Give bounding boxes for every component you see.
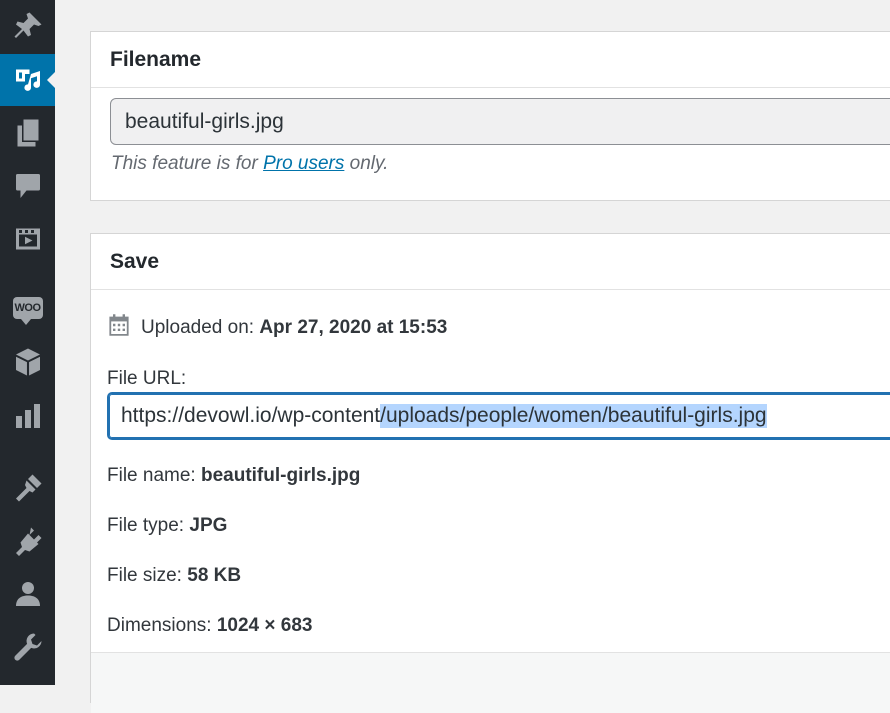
save-panel-footer (91, 653, 890, 713)
sidebar-item-woocommerce[interactable]: WOO (0, 282, 55, 334)
file-name-row: File name: beautiful-girls.jpg (107, 465, 360, 487)
pro-feature-note: This feature is for Pro users only. (111, 153, 388, 175)
sidebar-item-comments[interactable] (0, 160, 55, 212)
file-url-plain: https://devowl.io/wp-content (121, 404, 381, 427)
filename-input[interactable]: beautiful-girls.jpg (110, 98, 890, 145)
uploaded-on-label: Uploaded on: (141, 317, 255, 338)
pro-note-suffix: only. (344, 153, 389, 174)
save-panel-title: Save (91, 234, 890, 290)
dimensions-value: 1024 × 683 (216, 615, 313, 636)
appearance-icon (15, 474, 41, 502)
users-icon (15, 582, 40, 606)
file-type-row: File type: JPG (107, 515, 227, 537)
products-box-icon (15, 348, 40, 376)
sidebar-item-tools[interactable] (0, 621, 55, 673)
file-url-field[interactable]: https://devowl.io/wp-content/uploads/peo… (107, 392, 890, 440)
sidebar-item-posts[interactable] (0, 0, 55, 52)
dimensions-row: Dimensions: 1024 × 683 (107, 615, 312, 637)
sidebar-item-analytics[interactable] (0, 390, 55, 442)
uploaded-on-row: Uploaded on: Apr 27, 2020 at 15:53 (107, 313, 447, 339)
file-url-label: File URL: (107, 368, 187, 389)
pro-users-link[interactable]: Pro users (263, 153, 344, 174)
file-size-row: File size: 58 KB (107, 565, 241, 587)
sidebar-item-appearance[interactable] (0, 462, 55, 514)
media-icon (15, 69, 40, 91)
analytics-icon (15, 404, 40, 428)
sidebar-item-users[interactable] (0, 568, 55, 620)
sidebar-item-products[interactable] (0, 336, 55, 388)
save-panel: Save Uploaded on: Apr 27, 2020 at 15:53 … (90, 233, 890, 713)
file-size-label: File size: (107, 565, 182, 586)
pro-note-prefix: This feature is for (111, 153, 264, 174)
plugins-icon (15, 527, 41, 556)
file-type-value: JPG (189, 515, 228, 536)
file-type-label: File type: (107, 515, 185, 536)
filename-panel: Filename beautiful-girls.jpg This featur… (90, 31, 890, 201)
pages-icon (17, 119, 38, 147)
file-size-value: 58 KB (187, 565, 242, 586)
sidebar-item-plugins[interactable] (0, 515, 55, 567)
sidebar-item-video[interactable] (0, 213, 55, 265)
dimensions-label: Dimensions: (107, 615, 212, 636)
video-icon (15, 228, 40, 250)
woocommerce-icon: WOO (12, 297, 43, 325)
pin-icon (14, 12, 41, 38)
filename-panel-title: Filename (91, 32, 890, 88)
file-name-value: beautiful-girls.jpg (200, 465, 361, 486)
file-url-selected-text: /uploads/people/women/beautiful-girls.jp… (380, 404, 767, 428)
file-name-label: File name: (107, 465, 196, 486)
admin-sidebar: WOO (0, 0, 55, 685)
calendar-icon (109, 314, 129, 336)
uploaded-on-value: Apr 27, 2020 at 15:53 (259, 317, 448, 338)
sidebar-item-media[interactable] (0, 54, 55, 106)
sidebar-item-pages[interactable] (0, 107, 55, 159)
tools-icon (13, 633, 41, 661)
comments-icon (15, 174, 40, 198)
